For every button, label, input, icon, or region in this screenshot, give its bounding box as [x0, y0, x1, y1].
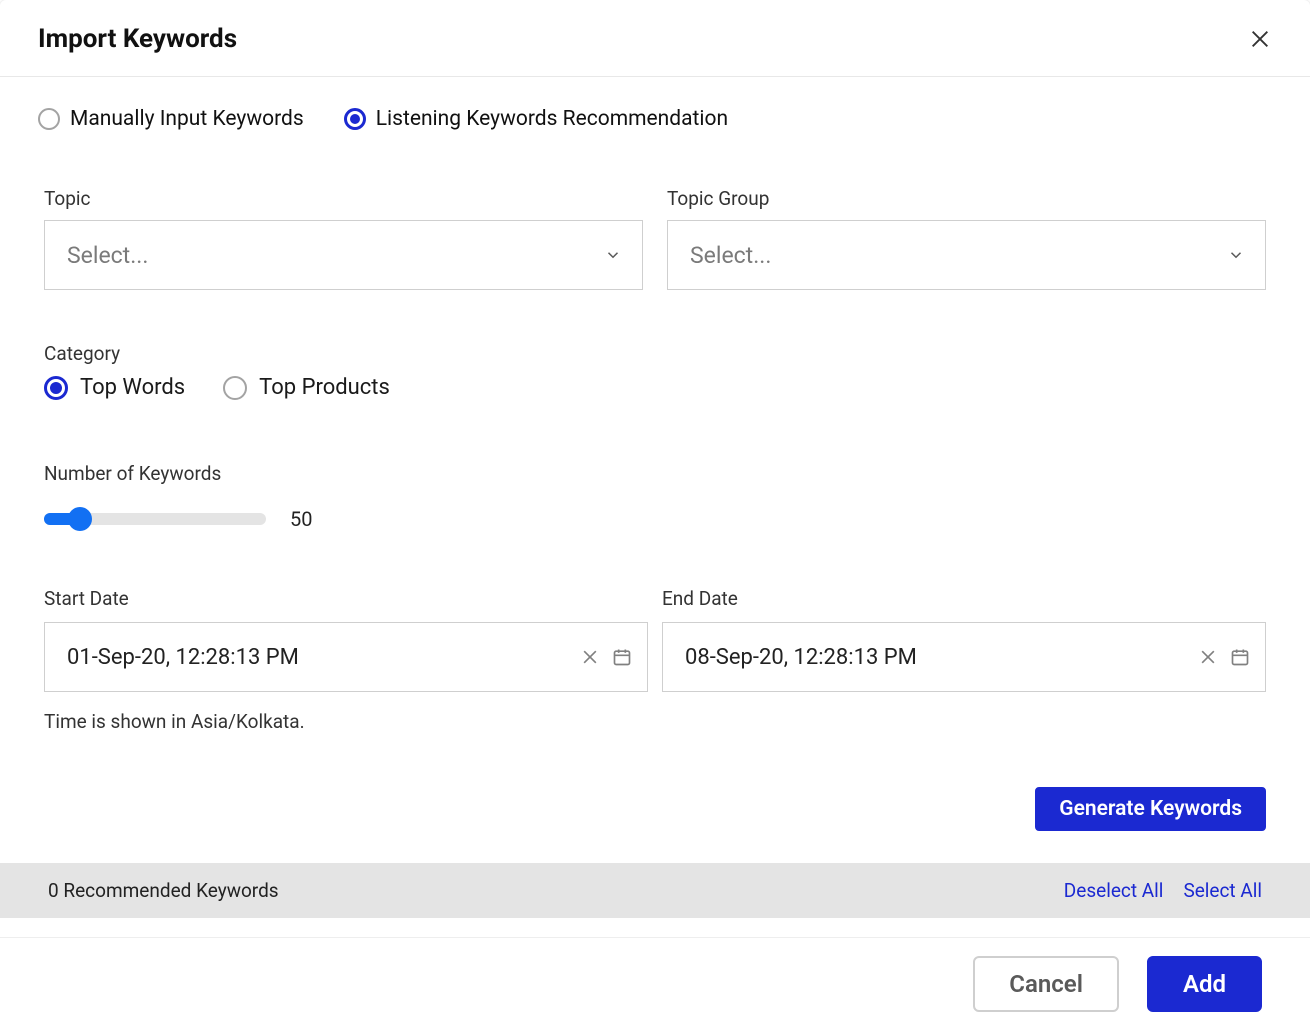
mode-manual-label: Manually Input Keywords — [70, 107, 304, 131]
deselect-all-link[interactable]: Deselect All — [1064, 879, 1164, 902]
topic-group-field: Topic Group Select... — [667, 187, 1266, 290]
end-date-icons — [1197, 646, 1251, 668]
category-label: Category — [44, 342, 1266, 365]
mode-listening-radio[interactable]: Listening Keywords Recommendation — [344, 107, 728, 131]
recommended-count: 0 Recommended Keywords — [48, 879, 279, 902]
start-date-label: Start Date — [44, 587, 648, 610]
close-icon — [580, 647, 600, 667]
category-top-products-radio[interactable]: Top Products — [223, 375, 390, 400]
timezone-note: Time is shown in Asia/Kolkata. — [0, 692, 1310, 733]
category-options: Top Words Top Products — [44, 375, 1266, 400]
start-date-calendar-button[interactable] — [611, 646, 633, 668]
mode-selector: Manually Input Keywords Listening Keywor… — [0, 107, 1310, 131]
slider-thumb[interactable] — [68, 507, 92, 531]
recommended-bar: 0 Recommended Keywords Deselect All Sele… — [0, 863, 1310, 918]
topic-group-placeholder: Select... — [690, 242, 771, 269]
topic-field: Topic Select... — [44, 187, 643, 290]
start-date-value: 01-Sep-20, 12:28:13 PM — [67, 645, 299, 670]
topic-select[interactable]: Select... — [44, 220, 643, 290]
radio-icon — [38, 108, 60, 130]
end-date-label: End Date — [662, 587, 1266, 610]
date-range-row: Start Date 01-Sep-20, 12:28:13 PM End Da… — [0, 531, 1310, 692]
keywords-count-field: Number of Keywords 50 — [0, 400, 1310, 531]
close-button[interactable] — [1248, 27, 1272, 51]
start-date-icons — [579, 646, 633, 668]
keywords-count-slider-row: 50 — [44, 507, 1266, 531]
topic-label: Topic — [44, 187, 643, 210]
keywords-count-slider[interactable] — [44, 513, 266, 525]
topic-row: Topic Select... Topic Group Select... — [0, 187, 1310, 290]
start-date-field: Start Date 01-Sep-20, 12:28:13 PM — [44, 587, 648, 692]
close-icon — [1249, 28, 1271, 50]
keywords-count-label: Number of Keywords — [44, 462, 1266, 485]
calendar-icon — [612, 647, 632, 667]
category-top-words-label: Top Words — [80, 375, 185, 400]
select-all-link[interactable]: Select All — [1183, 879, 1262, 902]
radio-icon — [344, 108, 366, 130]
add-button[interactable]: Add — [1147, 956, 1262, 1012]
start-date-input[interactable]: 01-Sep-20, 12:28:13 PM — [44, 622, 648, 692]
modal-header: Import Keywords — [0, 0, 1310, 77]
category-top-products-label: Top Products — [259, 375, 390, 400]
modal-footer: Cancel Add — [0, 937, 1310, 1036]
cancel-button[interactable]: Cancel — [973, 956, 1119, 1012]
end-date-calendar-button[interactable] — [1229, 646, 1251, 668]
topic-group-label: Topic Group — [667, 187, 1266, 210]
end-date-value: 08-Sep-20, 12:28:13 PM — [685, 645, 917, 670]
category-top-words-radio[interactable]: Top Words — [44, 375, 185, 400]
modal-body: Manually Input Keywords Listening Keywor… — [0, 77, 1310, 937]
end-date-field: End Date 08-Sep-20, 12:28:13 PM — [662, 587, 1266, 692]
mode-listening-label: Listening Keywords Recommendation — [376, 107, 728, 131]
generate-keywords-button[interactable]: Generate Keywords — [1035, 787, 1266, 831]
category-field: Category Top Words Top Products — [0, 290, 1310, 400]
modal-title: Import Keywords — [38, 24, 237, 54]
topic-placeholder: Select... — [67, 242, 148, 269]
chevron-down-icon — [1227, 246, 1245, 264]
clear-end-date-button[interactable] — [1197, 646, 1219, 668]
radio-icon — [223, 376, 247, 400]
mode-manual-radio[interactable]: Manually Input Keywords — [38, 107, 304, 131]
clear-start-date-button[interactable] — [579, 646, 601, 668]
chevron-down-icon — [604, 246, 622, 264]
end-date-input[interactable]: 08-Sep-20, 12:28:13 PM — [662, 622, 1266, 692]
radio-icon — [44, 376, 68, 400]
generate-row: Generate Keywords — [0, 733, 1310, 863]
calendar-icon — [1230, 647, 1250, 667]
close-icon — [1198, 647, 1218, 667]
keywords-count-value: 50 — [290, 507, 312, 531]
topic-group-select[interactable]: Select... — [667, 220, 1266, 290]
recommended-actions: Deselect All Select All — [1064, 879, 1262, 902]
import-keywords-modal: Import Keywords Manually Input Keywords … — [0, 0, 1310, 1036]
